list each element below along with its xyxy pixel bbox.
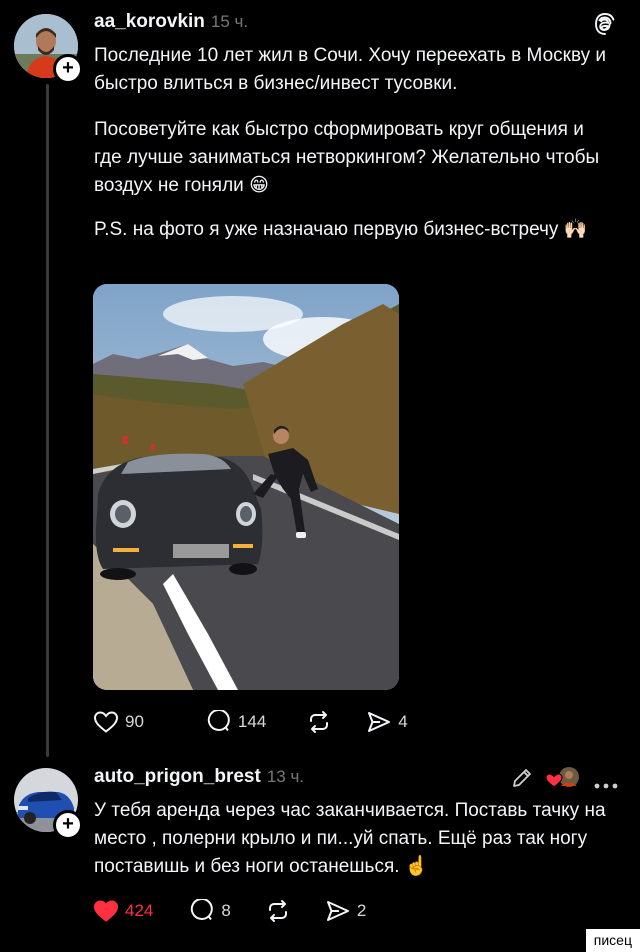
comment-count: 8 (221, 901, 231, 920)
repost-icon (310, 711, 329, 733)
send-icon (326, 901, 349, 921)
like-count: 424 (125, 901, 154, 920)
post-time: 15 ч. (210, 12, 249, 31)
pencil-icon[interactable] (510, 766, 534, 790)
post-paragraph-1: Последние 10 лет жил в Сочи. Хочу переех… (94, 45, 607, 94)
post-username[interactable]: aa_korovkin (94, 11, 205, 32)
comment-button[interactable]: 8 (189, 899, 231, 923)
threads-logo-icon[interactable] (593, 12, 617, 36)
like-button[interactable]: 90 (93, 710, 144, 734)
comment-button[interactable]: 144 (206, 710, 266, 734)
post-actions: 90 144 4 (93, 710, 438, 734)
share-count: 2 (356, 901, 367, 920)
repost-button[interactable] (265, 899, 291, 923)
reply-actions: 424 8 2 (93, 899, 396, 923)
share-button[interactable]: 2 (325, 899, 366, 923)
thread-line (46, 84, 49, 757)
like-count: 90 (125, 712, 144, 731)
post-photo[interactable] (93, 284, 399, 690)
follow-plus-icon[interactable]: + (53, 810, 83, 840)
repost-icon (268, 900, 287, 922)
comment-icon (191, 899, 214, 921)
reply-text: У тебя аренда через час заканчивается. П… (94, 800, 606, 877)
comment-count: 144 (237, 712, 267, 731)
reply-time: 13 ч. (266, 767, 305, 786)
post-paragraph-3: P.S. на фото я уже назначаю первую бизне… (94, 219, 588, 240)
send-icon (368, 712, 391, 732)
follow-plus-icon[interactable]: + (53, 54, 83, 84)
liked-by-author-icon (545, 766, 583, 790)
like-button[interactable]: 424 (93, 899, 153, 923)
heart-icon (93, 711, 119, 733)
comment-icon (207, 710, 230, 732)
reply-header: auto_prigon_brest 13 ч. (94, 766, 304, 788)
repost-button[interactable] (306, 710, 332, 734)
post-paragraph-2: Посоветуйте как быстро сформировать круг… (94, 119, 600, 196)
share-button[interactable]: 4 (366, 710, 408, 734)
share-count: 4 (398, 712, 408, 731)
heart-icon (93, 900, 119, 922)
post-header: aa_korovkin 15 ч. (94, 11, 248, 33)
watermark: писец (585, 929, 640, 952)
more-dots-icon[interactable] (594, 776, 618, 789)
reply-username[interactable]: auto_prigon_brest (94, 766, 261, 787)
